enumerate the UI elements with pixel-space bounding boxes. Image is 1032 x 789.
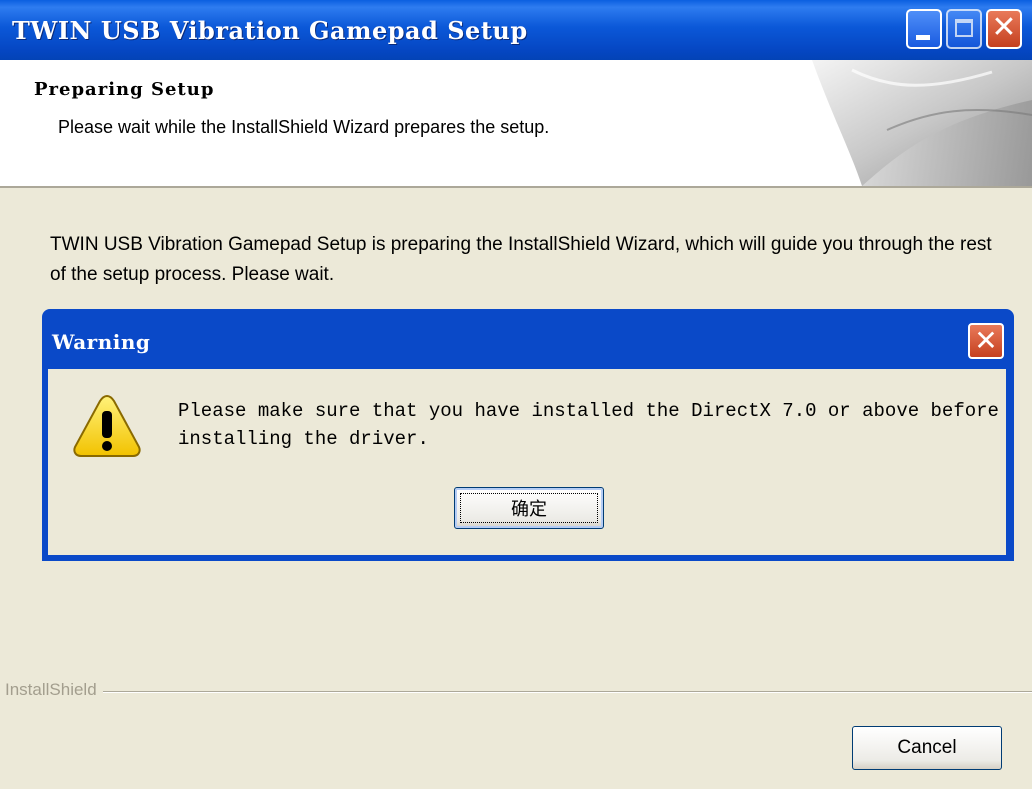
close-icon: ✕ [974,324,998,357]
dialog-client-area: Please make sure that you have installed… [48,369,1006,555]
ok-button-label: 确定 [460,493,598,523]
wizard-message: TWIN USB Vibration Gamepad Setup is prep… [50,234,992,285]
dialog-title: Warning [52,330,151,354]
maximize-button [946,9,982,49]
wizard-header: Preparing Setup Please wait while the In… [0,60,1032,188]
minimize-button[interactable] [906,9,942,49]
installshield-divider [5,691,1032,693]
installshield-label: InstallShield [5,680,103,700]
close-button[interactable]: ✕ [986,9,1022,49]
dialog-close-button[interactable]: ✕ [968,323,1004,359]
header-subtitle: Please wait while the InstallShield Wiza… [58,117,550,137]
minimize-icon [916,35,930,40]
installshield-graphic [812,60,1032,186]
window-title: TWIN USB Vibration Gamepad Setup [12,16,528,45]
warning-dialog: Warning ✕ Please make sure that you have… [42,309,1014,561]
dialog-message: Please make sure that you have installed… [178,400,999,450]
header-title: Preparing Setup [34,79,215,100]
close-icon: ✕ [991,10,1017,45]
cancel-button[interactable]: Cancel [852,726,1002,770]
warning-icon [73,394,141,457]
ok-button[interactable]: 确定 [454,487,604,529]
maximize-icon [955,19,973,37]
window-title-bar[interactable]: TWIN USB Vibration Gamepad Setup ✕ [0,0,1032,60]
